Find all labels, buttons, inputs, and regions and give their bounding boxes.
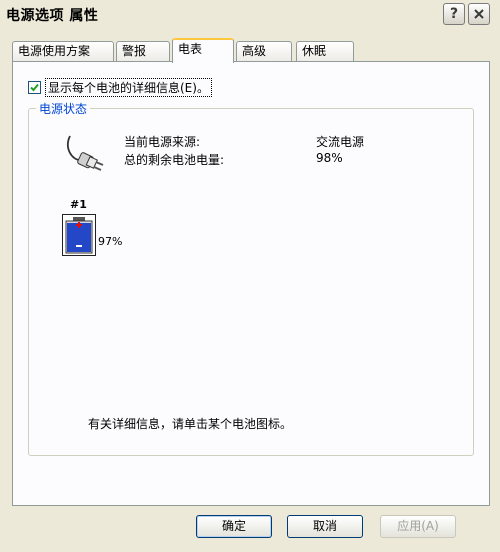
tab-power-meter[interactable]: 电表 [172,38,234,63]
battery-charging-icon[interactable] [62,214,96,256]
tab-power-schemes[interactable]: 电源使用方案 [12,41,114,62]
apply-button[interactable]: 应用(A) [380,515,456,538]
remaining-charge-value: 98% [316,151,343,165]
close-icon [474,9,484,19]
power-source-value: 交流电源 [316,135,365,149]
details-checkbox-label[interactable]: 显示每个电池的详细信息(E)。 [45,78,212,97]
tab-alarms[interactable]: 警报 [116,41,170,62]
info-text: 有关详细信息，请单击某个电池图标。 [88,417,293,431]
ac-plug-icon [67,135,104,171]
help-button[interactable]: ? [443,3,465,25]
checkmark-icon [30,83,39,92]
remaining-charge-label: 总的剩余电池电量: [124,153,225,167]
power-status-group-label: 电源状态 [36,100,91,117]
battery-percent: 97% [98,235,123,248]
question-icon: ? [449,6,459,22]
tab-advanced[interactable]: 高级 [236,41,292,62]
tab-hibernate[interactable]: 休眠 [296,41,354,62]
power-source-label: 当前电源来源: [124,135,201,149]
ok-button[interactable]: 确定 [196,515,272,538]
details-checkbox-row[interactable]: 显示每个电池的详细信息(E)。 [28,78,212,97]
cancel-button[interactable]: 取消 [287,515,363,538]
title-bar: 电源选项 属性 ? [0,0,500,30]
battery-number: #1 [70,198,87,211]
details-checkbox[interactable] [28,81,41,94]
window-title: 电源选项 属性 [6,8,99,24]
close-button[interactable] [468,3,490,25]
